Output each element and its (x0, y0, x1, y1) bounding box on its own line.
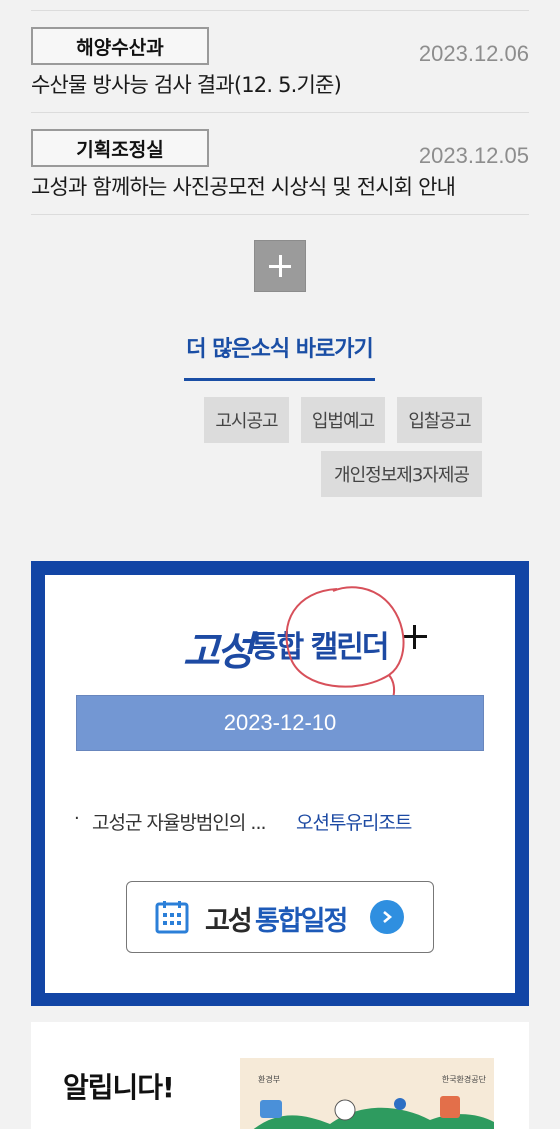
news-date: 2023.12.05 (418, 143, 529, 168)
quick-link-privacy[interactable]: 개인정보제3자제공 (321, 451, 482, 497)
event-location[interactable]: 오션투유리조트 (296, 808, 412, 835)
divider (31, 214, 529, 215)
load-more-button[interactable] (254, 240, 306, 292)
banner-illustration (253, 1096, 494, 1129)
news-title[interactable]: 수산물 방사능 검사 결과(12. 5.기준) (31, 69, 342, 99)
quick-link-bidding[interactable]: 입찰공고 (397, 397, 482, 443)
integrated-schedule-button[interactable]: 고성 통합일정 (126, 881, 434, 953)
news-item[interactable]: 해양수산과 2023.12.06 수산물 방사능 검사 결과(12. 5.기준) (31, 27, 529, 117)
calendar-panel: 고성 통합 캘린더 2023-12-10 · 고성군 자율방범인의 ... 오션… (45, 575, 515, 993)
goseong-logo: 고성 (183, 628, 254, 675)
event-bullet: · (74, 808, 80, 829)
event-title[interactable]: 고성군 자율방범인의 ... (92, 808, 267, 835)
button-label-accent: 통합일정 (255, 906, 348, 937)
quick-link-legislation[interactable]: 입법예고 (301, 397, 385, 443)
banner-agency-label: 한국환경공단 (441, 1075, 486, 1084)
calendar-icon (155, 901, 189, 934)
notice-banner-image[interactable]: 환경부 한국환경공단 (240, 1058, 494, 1129)
department-tag: 기획조정실 (31, 129, 209, 167)
divider (31, 10, 529, 11)
quick-link-notice[interactable]: 고시공고 (204, 397, 289, 443)
plus-icon (278, 255, 282, 277)
department-tag: 해양수산과 (31, 27, 209, 65)
news-title[interactable]: 고성과 함께하는 사진공모전 시상식 및 전시회 안내 (31, 171, 456, 201)
news-item[interactable]: 기획조정실 2023.12.05 고성과 함께하는 사진공모전 시상식 및 전시… (31, 129, 529, 219)
notice-card: 알립니다! 환경부 한국환경공단 (31, 1022, 529, 1129)
notice-title: 알립니다! (63, 1071, 175, 1104)
divider (31, 112, 529, 113)
more-news-underline (184, 378, 375, 381)
button-label: 고성 (205, 906, 253, 937)
more-news-link[interactable]: 더 많은소식 바로가기 (184, 331, 375, 363)
chevron-right-icon (370, 900, 404, 934)
banner-ministry-label: 환경부 (258, 1075, 281, 1084)
news-date: 2023.12.06 (418, 41, 529, 66)
calendar-widget: 고성 통합 캘린더 2023-12-10 · 고성군 자율방범인의 ... 오션… (31, 561, 529, 1006)
calendar-date-bar[interactable]: 2023-12-10 (76, 695, 484, 751)
